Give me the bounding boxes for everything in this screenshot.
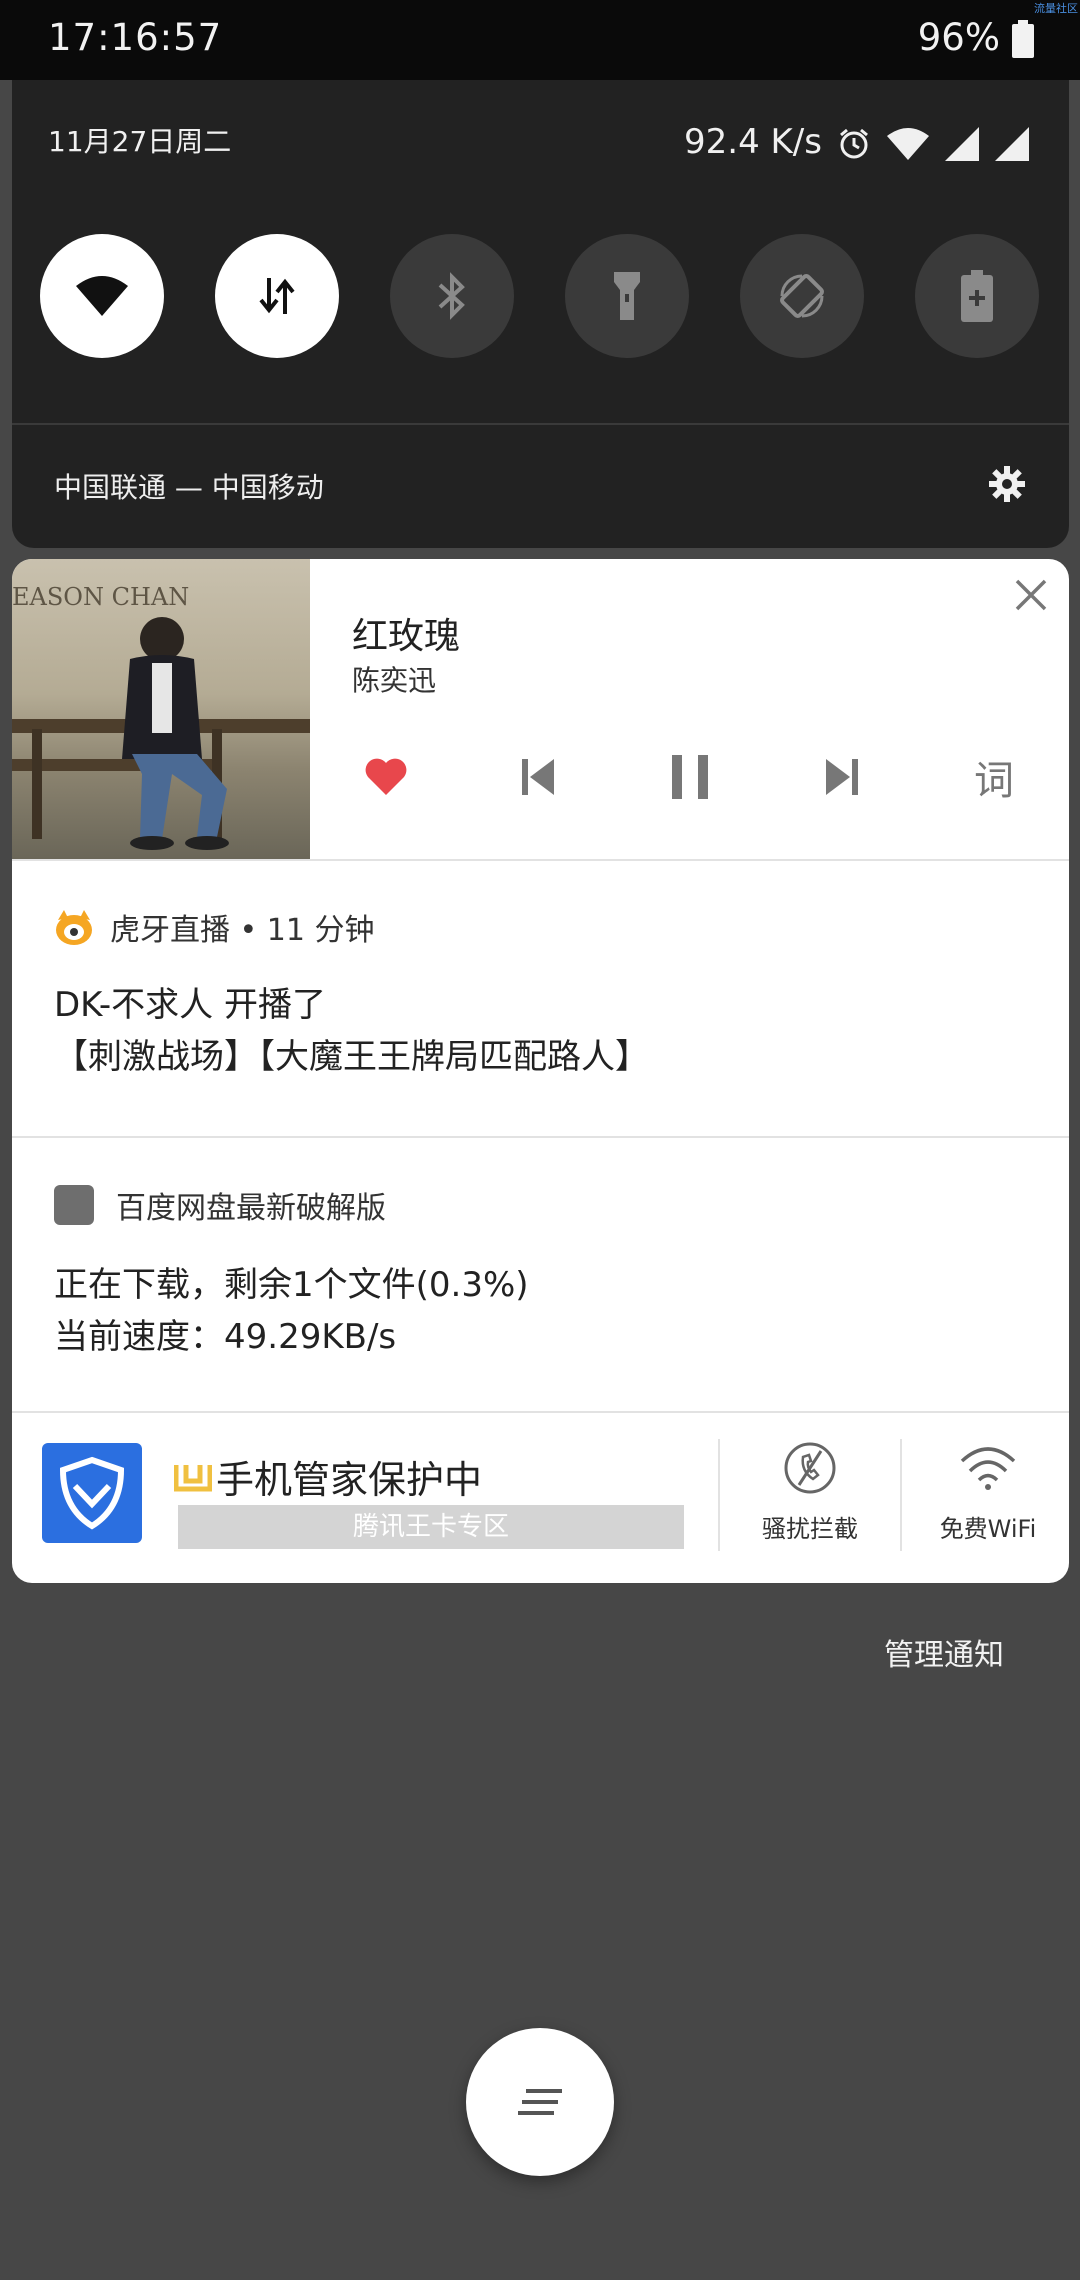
block-call-icon [784, 1442, 836, 1494]
harass-block-label: 骚扰拦截 [762, 1515, 858, 1543]
data-transfer-icon [259, 278, 295, 314]
heart-icon [365, 758, 407, 795]
baidu-line2: 当前速度：49.29KB/s [54, 1317, 397, 1357]
manage-notifications-button[interactable]: 管理通知 [884, 1630, 1004, 1674]
wifi-icon [76, 276, 128, 316]
battery-saver-icon [961, 270, 993, 322]
guard-title-text: 手机管家保护中 [216, 1458, 483, 1502]
baidu-line1: 正在下载，剩余1个文件(0.3%) [54, 1265, 529, 1305]
wifi-signal-icon [887, 128, 929, 160]
wangka-logo-icon [174, 1464, 212, 1491]
app-placeholder-icon [54, 1185, 94, 1225]
song-title: 红玫瑰 [352, 616, 461, 657]
album-photo-image: EASON CHAN [12, 583, 310, 850]
tile-mobile-data[interactable] [215, 234, 339, 358]
wifi-outline-icon [960, 1447, 1016, 1490]
rotate-icon [780, 274, 824, 318]
tile-bluetooth[interactable] [390, 234, 514, 358]
battery-icon [1012, 20, 1034, 58]
tile-battery-saver[interactable] [915, 234, 1039, 358]
carrier-label: 中国联通 — 中国移动 [54, 471, 324, 504]
clear-all-button[interactable] [466, 2028, 614, 2176]
tile-auto-rotate[interactable] [740, 234, 864, 358]
clock: 17:16:57 [48, 16, 223, 59]
wangka-banner[interactable]: 腾讯王卡专区 [178, 1505, 684, 1549]
guard-title: 手机管家保护中 [174, 1449, 482, 1504]
song-artist: 陈奕迅 [352, 664, 437, 697]
skip-previous-icon [522, 759, 554, 795]
huya-body: DK-不求人 开播了 【刺激战场】【大魔王王牌局匹配路人】 [54, 979, 649, 1083]
guard-shield-icon [42, 1443, 142, 1543]
clear-all-icon [518, 2089, 562, 2115]
next-button[interactable] [812, 747, 872, 807]
baidu-body: 正在下载，剩余1个文件(0.3%) 当前速度：49.29KB/s [54, 1259, 529, 1363]
date-label: 11月27日周二 [48, 125, 232, 158]
divider [718, 1439, 720, 1551]
settings-gear-icon[interactable] [987, 464, 1027, 504]
previous-button[interactable] [508, 747, 568, 807]
album-text: EASON CHAN [12, 583, 189, 611]
phone-guard-notification[interactable]: 手机管家保护中 腾讯王卡专区 骚扰拦截 免费WiFi [12, 1411, 1069, 1583]
cell-signal-2-icon [995, 127, 1029, 161]
divider [900, 1439, 902, 1551]
cell-signal-1-icon [945, 127, 979, 161]
notification-card: EASON CHAN 红玫瑰 陈奕迅 词 虎牙直播 • 11 分钟 DK-不求人… [12, 559, 1069, 1583]
pause-button[interactable] [660, 747, 720, 807]
net-speed: 92.4 K/s [684, 122, 822, 162]
huya-line2: 【刺激战场】【大魔王王牌局匹配路人】 [54, 1037, 649, 1077]
media-notification[interactable]: EASON CHAN 红玫瑰 陈奕迅 词 [12, 559, 1069, 859]
divider [12, 859, 1069, 861]
baidu-header: 百度网盘最新破解版 [54, 1183, 386, 1227]
alarm-icon [840, 128, 868, 159]
skip-next-icon [826, 759, 858, 795]
huya-app-label: 虎牙直播 • 11 分钟 [110, 913, 375, 948]
tile-wifi[interactable] [40, 234, 164, 358]
free-wifi-button[interactable]: 免费WiFi [908, 1441, 1068, 1544]
bluetooth-icon [438, 272, 465, 320]
free-wifi-label: 免费WiFi [939, 1515, 1037, 1543]
harass-block-button[interactable]: 骚扰拦截 [730, 1441, 890, 1544]
huya-app-icon [56, 910, 92, 945]
divider [12, 1136, 1069, 1138]
tile-flashlight[interactable] [565, 234, 689, 358]
quick-settings-panel: 11月27日周二 92.4 K/s 中国联通 — 中国移动 [12, 80, 1069, 548]
corner-label: 流量社区 [1034, 2, 1078, 15]
lyrics-button[interactable]: 词 [964, 747, 1024, 807]
baidu-app-label: 百度网盘最新破解版 [116, 1191, 386, 1226]
huya-header: 虎牙直播 • 11 分钟 [54, 905, 374, 949]
flashlight-icon [614, 272, 640, 320]
status-bar: 17:16:57 96% 流量社区 [0, 0, 1080, 80]
battery-percent: 96% [917, 16, 1000, 59]
favorite-button[interactable] [356, 747, 416, 807]
qs-divider [12, 423, 1069, 425]
album-art: EASON CHAN [12, 559, 310, 859]
huya-line1: DK-不求人 开播了 [54, 985, 326, 1025]
close-icon[interactable] [1013, 577, 1049, 613]
pause-icon [672, 755, 708, 799]
header-status-icons [837, 124, 1031, 164]
